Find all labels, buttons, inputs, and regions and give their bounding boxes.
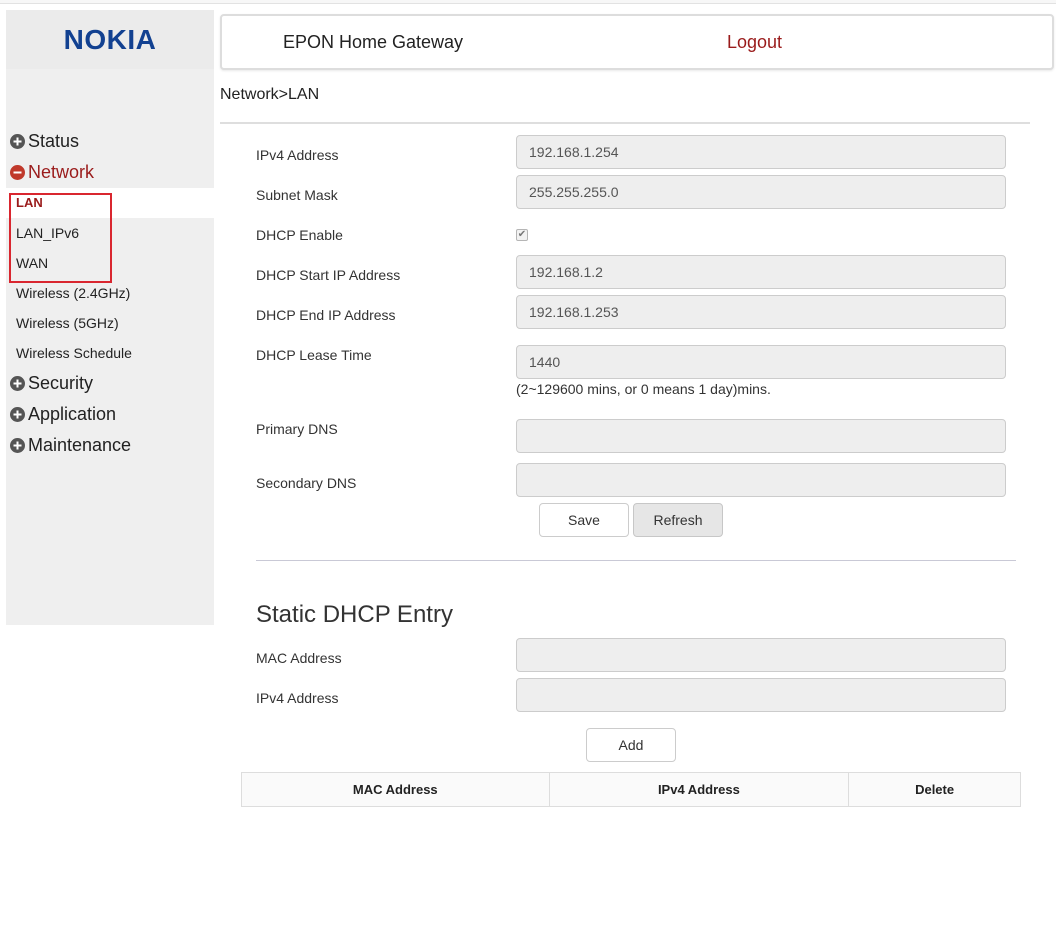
col-ipv4-address: IPv4 Address (548, 772, 850, 807)
menu-group-maintenance[interactable]: Maintenance (6, 430, 214, 461)
ipv4-address-input[interactable] (516, 135, 1006, 169)
dhcp-start-label: DHCP Start IP Address (256, 267, 401, 283)
plus-circle-icon (10, 438, 25, 453)
sidebar-item-wireless-5[interactable]: Wireless (5GHz) (6, 308, 214, 338)
subnet-mask-input[interactable] (516, 175, 1006, 209)
logout-link[interactable]: Logout (727, 32, 782, 53)
lease-time-hint: (2~129600 mins, or 0 means 1 day)mins. (516, 381, 771, 397)
static-dhcp-table: MAC Address IPv4 Address Delete (241, 772, 1021, 807)
secondary-dns-label: Secondary DNS (256, 475, 357, 491)
lease-time-label: DHCP Lease Time (256, 347, 372, 363)
menu-group-security[interactable]: Security (6, 368, 214, 399)
page-title: EPON Home Gateway (283, 32, 464, 52)
menu-group-label: Security (28, 373, 94, 393)
top-edge (0, 0, 1056, 4)
col-delete: Delete (848, 772, 1021, 807)
menu-group-label: Maintenance (28, 435, 132, 455)
col-mac-address: MAC Address (241, 772, 550, 807)
sidebar-item-wireless-24[interactable]: Wireless (2.4GHz) (6, 278, 214, 308)
mac-address-label: MAC Address (256, 650, 342, 666)
dhcp-start-input[interactable] (516, 255, 1006, 289)
minus-circle-icon (10, 165, 25, 180)
static-ipv4-input[interactable] (516, 678, 1006, 712)
sidebar-item-wireless-schedule[interactable]: Wireless Schedule (6, 338, 214, 368)
section-divider (256, 560, 1016, 561)
mac-address-input[interactable] (516, 638, 1006, 672)
plus-circle-icon (10, 407, 25, 422)
header-bar: EPON Home Gateway Logout (220, 14, 1054, 70)
menu-group-status[interactable]: Status (6, 126, 214, 157)
sidebar-item-lan-ipv6[interactable]: LAN_IPv6 (6, 218, 214, 248)
refresh-button[interactable]: Refresh (633, 503, 723, 537)
primary-dns-label: Primary DNS (256, 421, 338, 437)
add-button[interactable]: Add (586, 728, 676, 762)
sidebar-item-lan[interactable]: LAN (6, 188, 214, 218)
menu-group-label: Network (28, 162, 95, 182)
menu-group-label: Status (28, 131, 80, 151)
static-ipv4-label: IPv4 Address (256, 690, 339, 706)
table-header-row: MAC Address IPv4 Address Delete (241, 772, 1021, 807)
dhcp-end-label: DHCP End IP Address (256, 307, 396, 323)
dhcp-enable-checkbox[interactable]: ✔ (516, 229, 528, 241)
breadcrumb: Network>LAN (220, 86, 320, 103)
plus-circle-icon (10, 134, 25, 149)
save-button[interactable]: Save (539, 503, 629, 537)
ipv4-address-label: IPv4 Address (256, 147, 339, 163)
sidebar-menu: Status Network LAN LAN_IPv6 WAN Wireless… (6, 126, 214, 461)
menu-group-application[interactable]: Application (6, 399, 214, 430)
sidebar-item-wan[interactable]: WAN (6, 248, 214, 278)
menu-group-label: Application (28, 404, 117, 424)
menu-group-network[interactable]: Network (6, 157, 214, 188)
primary-dns-input[interactable] (516, 419, 1006, 453)
breadcrumb-divider (220, 122, 1030, 124)
subnet-mask-label: Subnet Mask (256, 187, 338, 203)
dhcp-enable-label: DHCP Enable (256, 227, 343, 243)
dhcp-end-input[interactable] (516, 295, 1006, 329)
static-dhcp-title: Static DHCP Entry (256, 601, 453, 628)
plus-circle-icon (10, 376, 25, 391)
secondary-dns-input[interactable] (516, 463, 1006, 497)
logo-area: NOKIA (6, 10, 214, 69)
lease-time-input[interactable] (516, 345, 1006, 379)
sidebar: NOKIA Status Network LAN LAN_IPv6 WAN Wi… (6, 10, 214, 625)
nokia-logo: NOKIA (63, 23, 157, 55)
